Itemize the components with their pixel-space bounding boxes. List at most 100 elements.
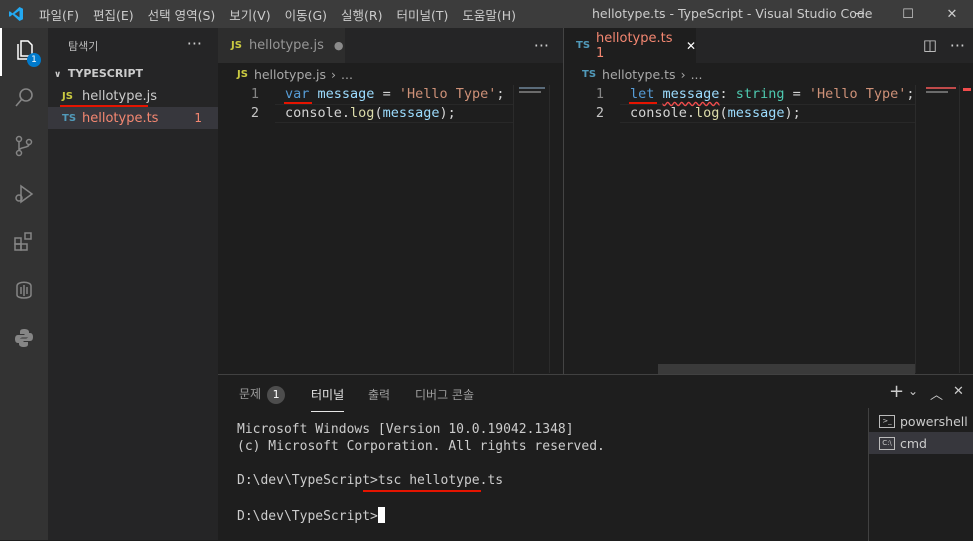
red-underline-annotation [284, 102, 312, 104]
left-editor-tabbar: JS hellotype.js ● ··· [218, 28, 563, 63]
minimap-line [519, 87, 545, 89]
menu-go[interactable]: 이동(G) [278, 5, 334, 24]
tab-debug-console[interactable]: 디버그 콘솔 [415, 386, 474, 403]
breadcrumb-more[interactable]: ... [691, 67, 703, 82]
close-tab-icon[interactable]: ✕ [686, 39, 696, 53]
remote-explorer-icon [12, 278, 36, 306]
file-item-hellotype-js[interactable]: JS hellotype.js [48, 85, 218, 107]
line-number: 1 [595, 86, 604, 102]
minimap-line [926, 87, 956, 89]
menu-file[interactable]: 파일(F) [32, 5, 86, 24]
workspace-folder-header[interactable]: ∨ TYPESCRIPT [54, 67, 143, 80]
new-terminal-button[interactable]: + [889, 381, 904, 402]
terminal-icon: >_ [879, 414, 895, 428]
terminal-label: powershell [900, 413, 968, 429]
red-underline-annotation [629, 102, 657, 104]
file-item-hellotype-ts[interactable]: TS hellotype.ts 1 [48, 107, 218, 129]
menu-selection[interactable]: 선택 영역(S) [141, 5, 223, 24]
close-panel-icon[interactable]: ✕ [953, 384, 964, 399]
javascript-file-icon: JS [62, 90, 73, 102]
maximize-panel-icon[interactable]: ︿ [930, 384, 943, 403]
maximize-button[interactable]: ☐ [885, 0, 931, 28]
breadcrumb-separator: › [331, 66, 337, 82]
workspace-folder-label: TYPESCRIPT [67, 67, 144, 80]
close-window-button[interactable]: ✕ [931, 0, 973, 28]
remote-explorer-activity-button[interactable] [0, 268, 48, 316]
terminal-output-line: Microsoft Windows [Version 10.0.19042.13… [237, 422, 574, 437]
horizontal-scrollbar[interactable] [658, 364, 915, 374]
tab-problems[interactable]: 문제 1 [239, 385, 286, 404]
extensions-activity-button[interactable] [0, 220, 48, 268]
javascript-file-icon: JS [231, 40, 242, 51]
minimap-line [519, 91, 541, 93]
typescript-file-icon: TS [576, 40, 591, 51]
left-scrollbar[interactable] [549, 85, 563, 373]
line-number: 1 [250, 86, 259, 102]
editor-more-button[interactable]: ··· [534, 36, 549, 55]
explorer-badge: 1 [27, 53, 41, 67]
split-editor-icon[interactable]: ◫ [923, 36, 937, 54]
extensions-icon [12, 230, 36, 258]
right-minimap[interactable] [915, 85, 959, 373]
tab-label: 문제 [239, 387, 262, 401]
terminal-item-powershell[interactable]: >_ powershell [869, 410, 973, 432]
explorer-title: 탐색기 [68, 40, 99, 53]
code-line-2[interactable]: console.log(message); [285, 104, 456, 123]
terminal-label: cmd [900, 435, 927, 451]
terminal-output-line: (c) Microsoft Corporation. All rights re… [237, 439, 605, 454]
python-icon [12, 326, 36, 354]
problem-count: 1 [194, 111, 202, 125]
menu-run[interactable]: 실행(R) [334, 5, 389, 24]
tab-label: hellotype.ts 1 [596, 30, 673, 61]
vscode-logo-icon [0, 0, 32, 28]
breadcrumb-file[interactable]: hellotype.js [254, 67, 326, 82]
source-control-activity-button[interactable] [0, 124, 48, 172]
minimap-line [926, 91, 948, 93]
tab-hellotype-js[interactable]: JS hellotype.js ● [218, 28, 345, 63]
explorer-activity-button[interactable]: 1 [0, 28, 48, 76]
menu-terminal[interactable]: 터미널(T) [390, 5, 456, 24]
terminal-input-line[interactable]: D:\dev\TypeScript> [237, 507, 385, 524]
menu-edit[interactable]: 편집(E) [86, 5, 141, 24]
breadcrumb-more[interactable]: ... [341, 67, 353, 82]
terminal-dropdown-icon[interactable]: ⌄ [908, 384, 918, 398]
left-minimap[interactable] [513, 85, 549, 373]
window-title: hellotype.ts - TypeScript - Visual Studi… [592, 6, 873, 21]
red-underline-annotation [363, 490, 481, 492]
line-number: 2 [250, 105, 259, 121]
code-line-1[interactable]: var message = 'Hello Type'; [285, 85, 505, 104]
javascript-file-icon: JS [237, 68, 248, 80]
code-line-1[interactable]: let message: string = 'Hello Type'; [630, 85, 915, 104]
right-breadcrumb: TS hellotype.ts › ... [582, 63, 702, 85]
title-bar: 파일(F) 편집(E) 선택 영역(S) 보기(V) 이동(G) 실행(R) 터… [0, 0, 973, 28]
minimize-button[interactable]: ─ [837, 0, 883, 28]
explorer-sidebar: 탐색기 ··· ∨ TYPESCRIPT JS hellotype.js TS … [48, 28, 218, 540]
tab-output[interactable]: 출력 [368, 386, 390, 403]
search-activity-button[interactable] [0, 76, 48, 124]
terminal-command-line[interactable]: D:\dev\TypeScript>tsc hellotype.ts [237, 473, 503, 488]
editor-group-divider[interactable] [563, 28, 564, 374]
tab-label: hellotype.js [248, 38, 324, 53]
file-name: hellotype.js [82, 88, 157, 104]
python-activity-button[interactable] [0, 316, 48, 364]
editor-more-button[interactable]: ··· [950, 36, 965, 55]
run-debug-activity-button[interactable] [0, 172, 48, 220]
tab-terminal[interactable]: 터미널 [311, 386, 345, 412]
terminal-prompt: D:\dev\TypeScript> [237, 473, 378, 488]
bottom-panel: 문제 1 터미널 출력 디버그 콘솔 + ⌄ ︿ ✕ Microsoft Wind… [218, 374, 973, 541]
chevron-down-icon: ∨ [54, 70, 62, 80]
explorer-more-button[interactable]: ··· [187, 34, 202, 53]
terminal-item-cmd[interactable]: C:\ cmd [869, 432, 973, 454]
problems-count-badge: 1 [267, 386, 286, 404]
tab-hellotype-ts[interactable]: TS hellotype.ts 1 ✕ [564, 28, 696, 63]
run-debug-icon [12, 182, 36, 210]
code-line-2[interactable]: console.log(message); [630, 104, 801, 123]
activity-bar: 1 [0, 28, 48, 540]
unsaved-dot-icon[interactable]: ● [334, 39, 344, 52]
right-scrollbar[interactable] [959, 85, 973, 373]
terminal-command: tsc hellotype.ts [377, 473, 504, 488]
typescript-file-icon: TS [582, 68, 597, 80]
menu-help[interactable]: 도움말(H) [455, 5, 523, 24]
breadcrumb-file[interactable]: hellotype.ts [602, 67, 676, 82]
menu-view[interactable]: 보기(V) [222, 5, 277, 24]
